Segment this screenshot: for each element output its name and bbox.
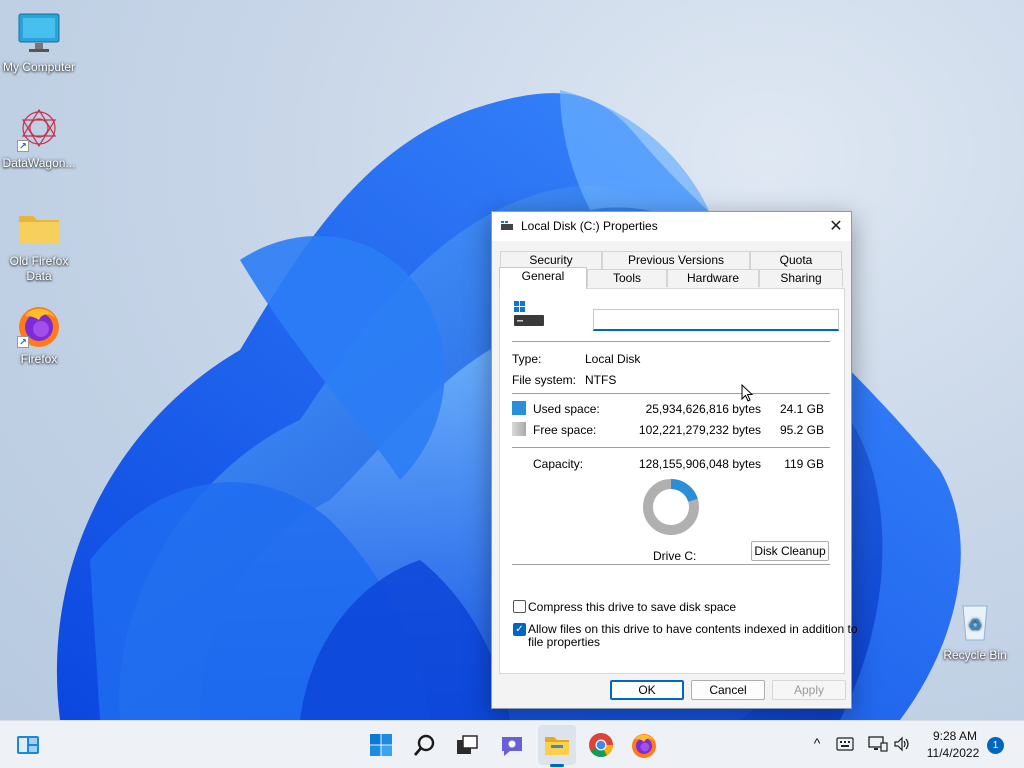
clock-time[interactable]: 9:28 AM [922,729,988,743]
mouse-cursor-icon [741,384,754,402]
desktop-icon-label: DataWagon... [2,156,76,170]
desktop-icon-label: Old Firefox Data [9,254,69,283]
desktop-icon-label: Firefox [20,352,58,366]
tab-quota[interactable]: Quota [750,251,842,269]
monitor-icon [15,10,63,58]
divider [512,341,830,342]
start-icon[interactable] [367,731,395,759]
capacity-label: Capacity: [533,457,584,471]
svg-text:♻: ♻ [968,615,982,634]
desktop-icon-recycle-bin[interactable]: ♻ Recycle Bin [936,598,1014,663]
network-icon[interactable] [868,736,888,752]
desktop-icon-label: My Computer [2,60,76,74]
desktop-icon-my-computer[interactable]: My Computer [0,10,78,75]
drive-name-input[interactable] [593,309,839,331]
divider [512,564,830,565]
apply-button[interactable]: Apply [772,680,846,700]
used-space-swatch [512,401,526,415]
disk-usage-donut [643,479,699,535]
hard-drive-icon [514,301,544,326]
tray-overflow-chevron[interactable]: ^ [810,735,824,751]
index-label-line-2: file properties [528,635,601,649]
tab-general[interactable]: General [499,267,587,289]
desktop-icon-datawagon[interactable]: ↗ DataWagon... [0,106,78,171]
chat-icon[interactable] [498,731,526,759]
shortcut-arrow-icon: ↗ [17,140,29,152]
clock-date[interactable]: 11/4/2022 [918,746,988,760]
tab-tools[interactable]: Tools [587,269,667,287]
free-space-bytes: 102,221,279,232 bytes [638,423,761,437]
file-explorer-active-indicator [550,764,564,767]
cancel-button[interactable]: Cancel [691,680,765,700]
used-space-bytes: 25,934,626,816 bytes [645,402,761,416]
capacity-gb: 119 GB [784,457,824,471]
search-icon[interactable] [411,731,439,759]
disk-cleanup-button[interactable]: Disk Cleanup [751,541,829,561]
properties-dialog: Local Disk (C:) Properties ✕ Security Pr… [491,211,858,709]
free-space-gb: 95.2 GB [779,423,824,437]
desktop-icon-label: Recycle Bin [943,648,1007,662]
widgets-icon[interactable] [14,731,42,759]
tab-hardware[interactable]: Hardware [667,269,759,287]
recycle-bin-icon: ♻ [951,598,999,646]
desktop-icon-firefox[interactable]: ↗ Firefox [0,302,78,367]
type-label: Type: [512,352,542,366]
firefox-icon: ↗ [15,302,63,350]
compress-checkbox[interactable] [513,600,526,613]
close-button[interactable]: ✕ [821,212,851,241]
capacity-bytes: 128,155,906,048 bytes [638,457,761,471]
keyboard-icon[interactable] [836,737,854,751]
file-system-label: File system: [512,373,577,387]
shortcut-arrow-icon: ↗ [17,336,29,348]
divider [512,393,830,394]
notification-badge[interactable]: 1 [987,737,1004,754]
free-space-label: Free space: [533,423,597,437]
drive-label: Drive C: [653,549,697,563]
type-value: Local Disk [585,352,641,366]
divider [512,447,830,448]
datawagon-icon: ↗ [15,106,63,154]
tab-sharing[interactable]: Sharing [759,269,843,287]
general-tab-panel: Type: Local Disk File system: NTFS Used … [499,288,858,674]
tab-previous-versions[interactable]: Previous Versions [602,251,750,269]
free-space-swatch [512,422,526,436]
ok-button[interactable]: OK [610,680,684,700]
task-view-icon[interactable] [453,731,481,759]
taskbar: ^ 9:28 AM 11/4/2022 1 [0,720,1024,768]
desktop-icon-old-firefox-data[interactable]: Old Firefox Data [0,204,78,284]
compress-label: Compress this drive to save disk space [528,600,737,614]
file-explorer-icon[interactable] [543,731,571,759]
firefox-icon[interactable] [630,731,658,759]
dialog-title: Local Disk (C:) Properties [521,219,658,233]
index-label-line-1: Allow files on this drive to have conten… [528,622,858,636]
used-space-gb: 24.1 GB [779,402,824,416]
drive-icon [501,221,513,230]
chrome-icon[interactable] [587,731,615,759]
used-space-label: Used space: [533,402,600,416]
file-system-value: NTFS [585,373,617,387]
index-checkbox[interactable]: ✓ [513,623,526,636]
dialog-titlebar[interactable]: Local Disk (C:) Properties ✕ [492,212,851,241]
volume-icon[interactable] [893,736,911,752]
folder-icon [15,204,63,252]
